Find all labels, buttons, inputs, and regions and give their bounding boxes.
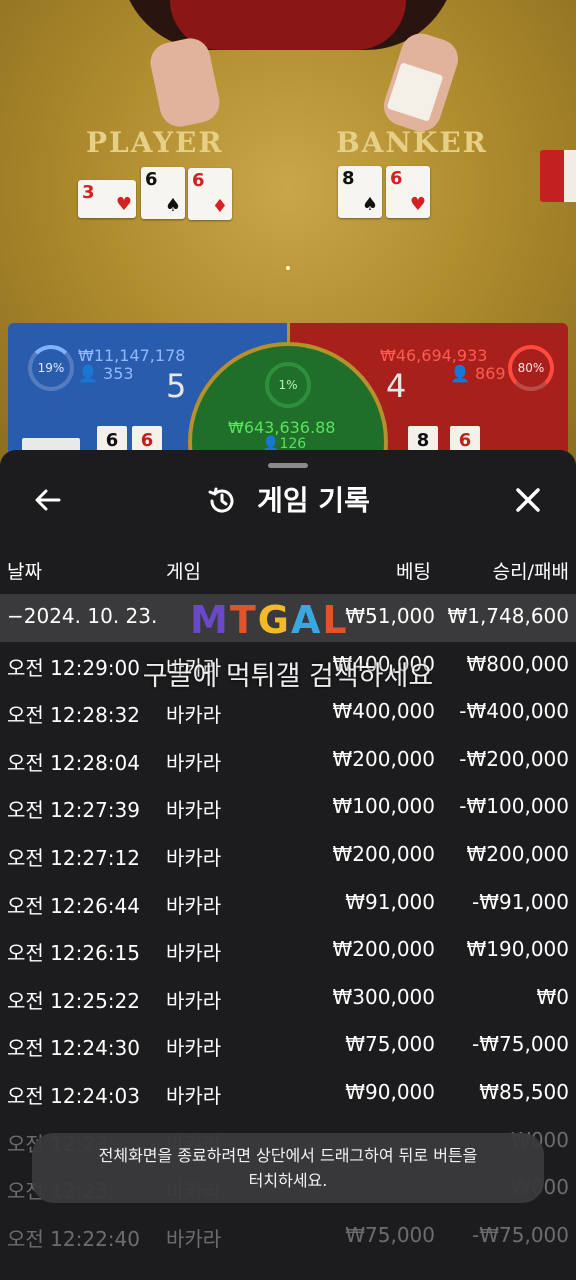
player-total-amount: ₩11,147,178 <box>78 346 186 365</box>
row-win-loss: ₩190,000 <box>466 937 569 962</box>
row-bet: ₩100,000 <box>332 794 435 819</box>
row-win-loss: ₩0 <box>536 984 570 1009</box>
close-button[interactable] <box>508 480 548 520</box>
banker-label: BANKER <box>336 126 488 159</box>
banker-card-2: 6 ♥ <box>386 166 430 218</box>
row-win-loss: -₩200,000 <box>459 746 569 771</box>
row-game: 바카라 <box>166 941 222 966</box>
row-date: 오전 12:22:40 <box>7 1226 140 1251</box>
banker-score: 4 <box>386 367 407 405</box>
row-game: 바카라 <box>166 703 222 728</box>
row-game: 바카라 <box>166 750 222 775</box>
banker-percent-ring: 80% <box>508 345 554 391</box>
row-game: 바카라 <box>166 1226 222 1251</box>
toast-line-1: 전체화면을 종료하려면 상단에서 드래그하여 뒤로 버튼을 <box>98 1146 478 1165</box>
tie-percent-ring: 1% <box>265 362 311 408</box>
card-shoe-edge <box>564 150 576 202</box>
player-percent-ring: 19% <box>28 345 74 391</box>
row-win-loss: ₩85,500 <box>479 1079 569 1104</box>
row-win-loss: -₩400,000 <box>459 699 569 724</box>
row-date: −2024. 10. 23. <box>7 604 158 628</box>
row-win-loss: -₩91,000 <box>472 889 569 914</box>
row-date: 오전 12:26:15 <box>7 941 140 966</box>
history-row[interactable]: 오전 12:24:03 바카라 ₩90,000 ₩85,500 <box>0 1070 576 1118</box>
tie-total-amount: ₩643,636.88 <box>228 418 336 437</box>
player-card-1: 3 ♥ <box>78 180 136 218</box>
history-row[interactable]: 오전 12:26:15 바카라 ₩200,000 ₩190,000 <box>0 927 576 975</box>
history-row[interactable]: 오전 12:22:40 바카라 ₩75,000 -₩75,000 <box>0 1213 576 1261</box>
fullscreen-exit-toast: 전체화면을 종료하려면 상단에서 드래그하여 뒤로 버튼을 터치하세요. <box>32 1133 544 1203</box>
column-header-bet: 베팅 <box>396 561 431 583</box>
watermark-text: 구글에 먹튀갤 검색하세요 <box>142 661 434 692</box>
player-bettor-count: 👤 353 <box>78 364 134 383</box>
banker-card-1: 8 ♠ <box>338 166 382 218</box>
history-row[interactable]: 오전 12:24:30 바카라 ₩75,000 -₩75,000 <box>0 1022 576 1070</box>
row-bet: ₩51,000 <box>345 604 435 628</box>
row-win-loss: -₩75,000 <box>472 1222 569 1247</box>
row-win-loss: ₩1,748,600 <box>447 604 569 628</box>
row-bet: ₩91,000 <box>345 889 435 914</box>
row-bet: ₩75,000 <box>345 1032 435 1057</box>
row-date: 오전 12:24:03 <box>7 1083 140 1108</box>
history-row[interactable]: 오전 12:27:12 바카라 ₩200,000 ₩200,000 <box>0 832 576 880</box>
row-win-loss: ₩200,000 <box>466 841 569 866</box>
row-date: 오전 12:25:22 <box>7 988 140 1013</box>
row-bet: ₩400,000 <box>332 699 435 724</box>
row-bet: ₩300,000 <box>332 984 435 1009</box>
table-center-dot <box>286 266 290 270</box>
sheet-drag-handle[interactable] <box>268 463 308 468</box>
row-game: 바카라 <box>166 1083 222 1108</box>
player-label: PLAYER <box>86 126 224 159</box>
page-title: 게임 기록 <box>257 483 370 517</box>
column-header-win-loss: 승리/패배 <box>492 561 569 583</box>
row-date: 오전 12:24:30 <box>7 1036 140 1061</box>
row-game: 바카라 <box>166 988 222 1013</box>
row-date: 오전 12:27:39 <box>7 798 140 823</box>
dealer-dress <box>170 0 406 50</box>
history-row[interactable]: 오전 12:27:39 바카라 ₩100,000 -₩100,000 <box>0 784 576 832</box>
close-x-icon <box>516 488 540 512</box>
row-bet: ₩90,000 <box>345 1079 435 1104</box>
history-row[interactable]: 오전 12:28:32 바카라 ₩400,000 -₩400,000 <box>0 689 576 737</box>
banker-total-amount: ₩46,694,933 <box>380 346 488 365</box>
row-game: 바카라 <box>166 798 222 823</box>
row-bet: ₩200,000 <box>332 841 435 866</box>
player-card-2: 6 ♠ <box>141 167 185 219</box>
toast-line-2: 터치하세요. <box>248 1171 328 1190</box>
history-row[interactable]: 오전 12:28:04 바카라 ₩200,000 -₩200,000 <box>0 737 576 785</box>
banker-bettor-count: 👤 869 <box>450 364 506 383</box>
player-card-3: 6 ♦ <box>188 168 232 220</box>
watermark-logo: MTGAL <box>190 598 349 642</box>
column-header-game: 게임 <box>166 561 201 583</box>
row-date: 오전 12:28:04 <box>7 750 140 775</box>
row-game: 바카라 <box>166 845 222 870</box>
row-bet: ₩200,000 <box>332 937 435 962</box>
player-score: 5 <box>166 367 187 405</box>
sheet-header: 게임 기록 <box>0 480 576 520</box>
row-date: 오전 12:26:44 <box>7 893 140 918</box>
row-game: 바카라 <box>166 893 222 918</box>
row-bet: ₩200,000 <box>332 746 435 771</box>
history-row[interactable]: 오전 12:25:22 바카라 ₩300,000 ₩0 <box>0 975 576 1023</box>
column-header-date: 날짜 <box>7 561 42 583</box>
row-win-loss: -₩100,000 <box>459 794 569 819</box>
history-clock-icon <box>208 487 234 513</box>
row-win-loss: -₩75,000 <box>472 1032 569 1057</box>
row-date: 오전 12:27:12 <box>7 845 140 870</box>
row-game: 바카라 <box>166 1036 222 1061</box>
row-date: 오전 12:28:32 <box>7 703 140 728</box>
history-row[interactable]: 오전 12:26:44 바카라 ₩91,000 -₩91,000 <box>0 880 576 928</box>
row-bet: ₩75,000 <box>345 1222 435 1247</box>
